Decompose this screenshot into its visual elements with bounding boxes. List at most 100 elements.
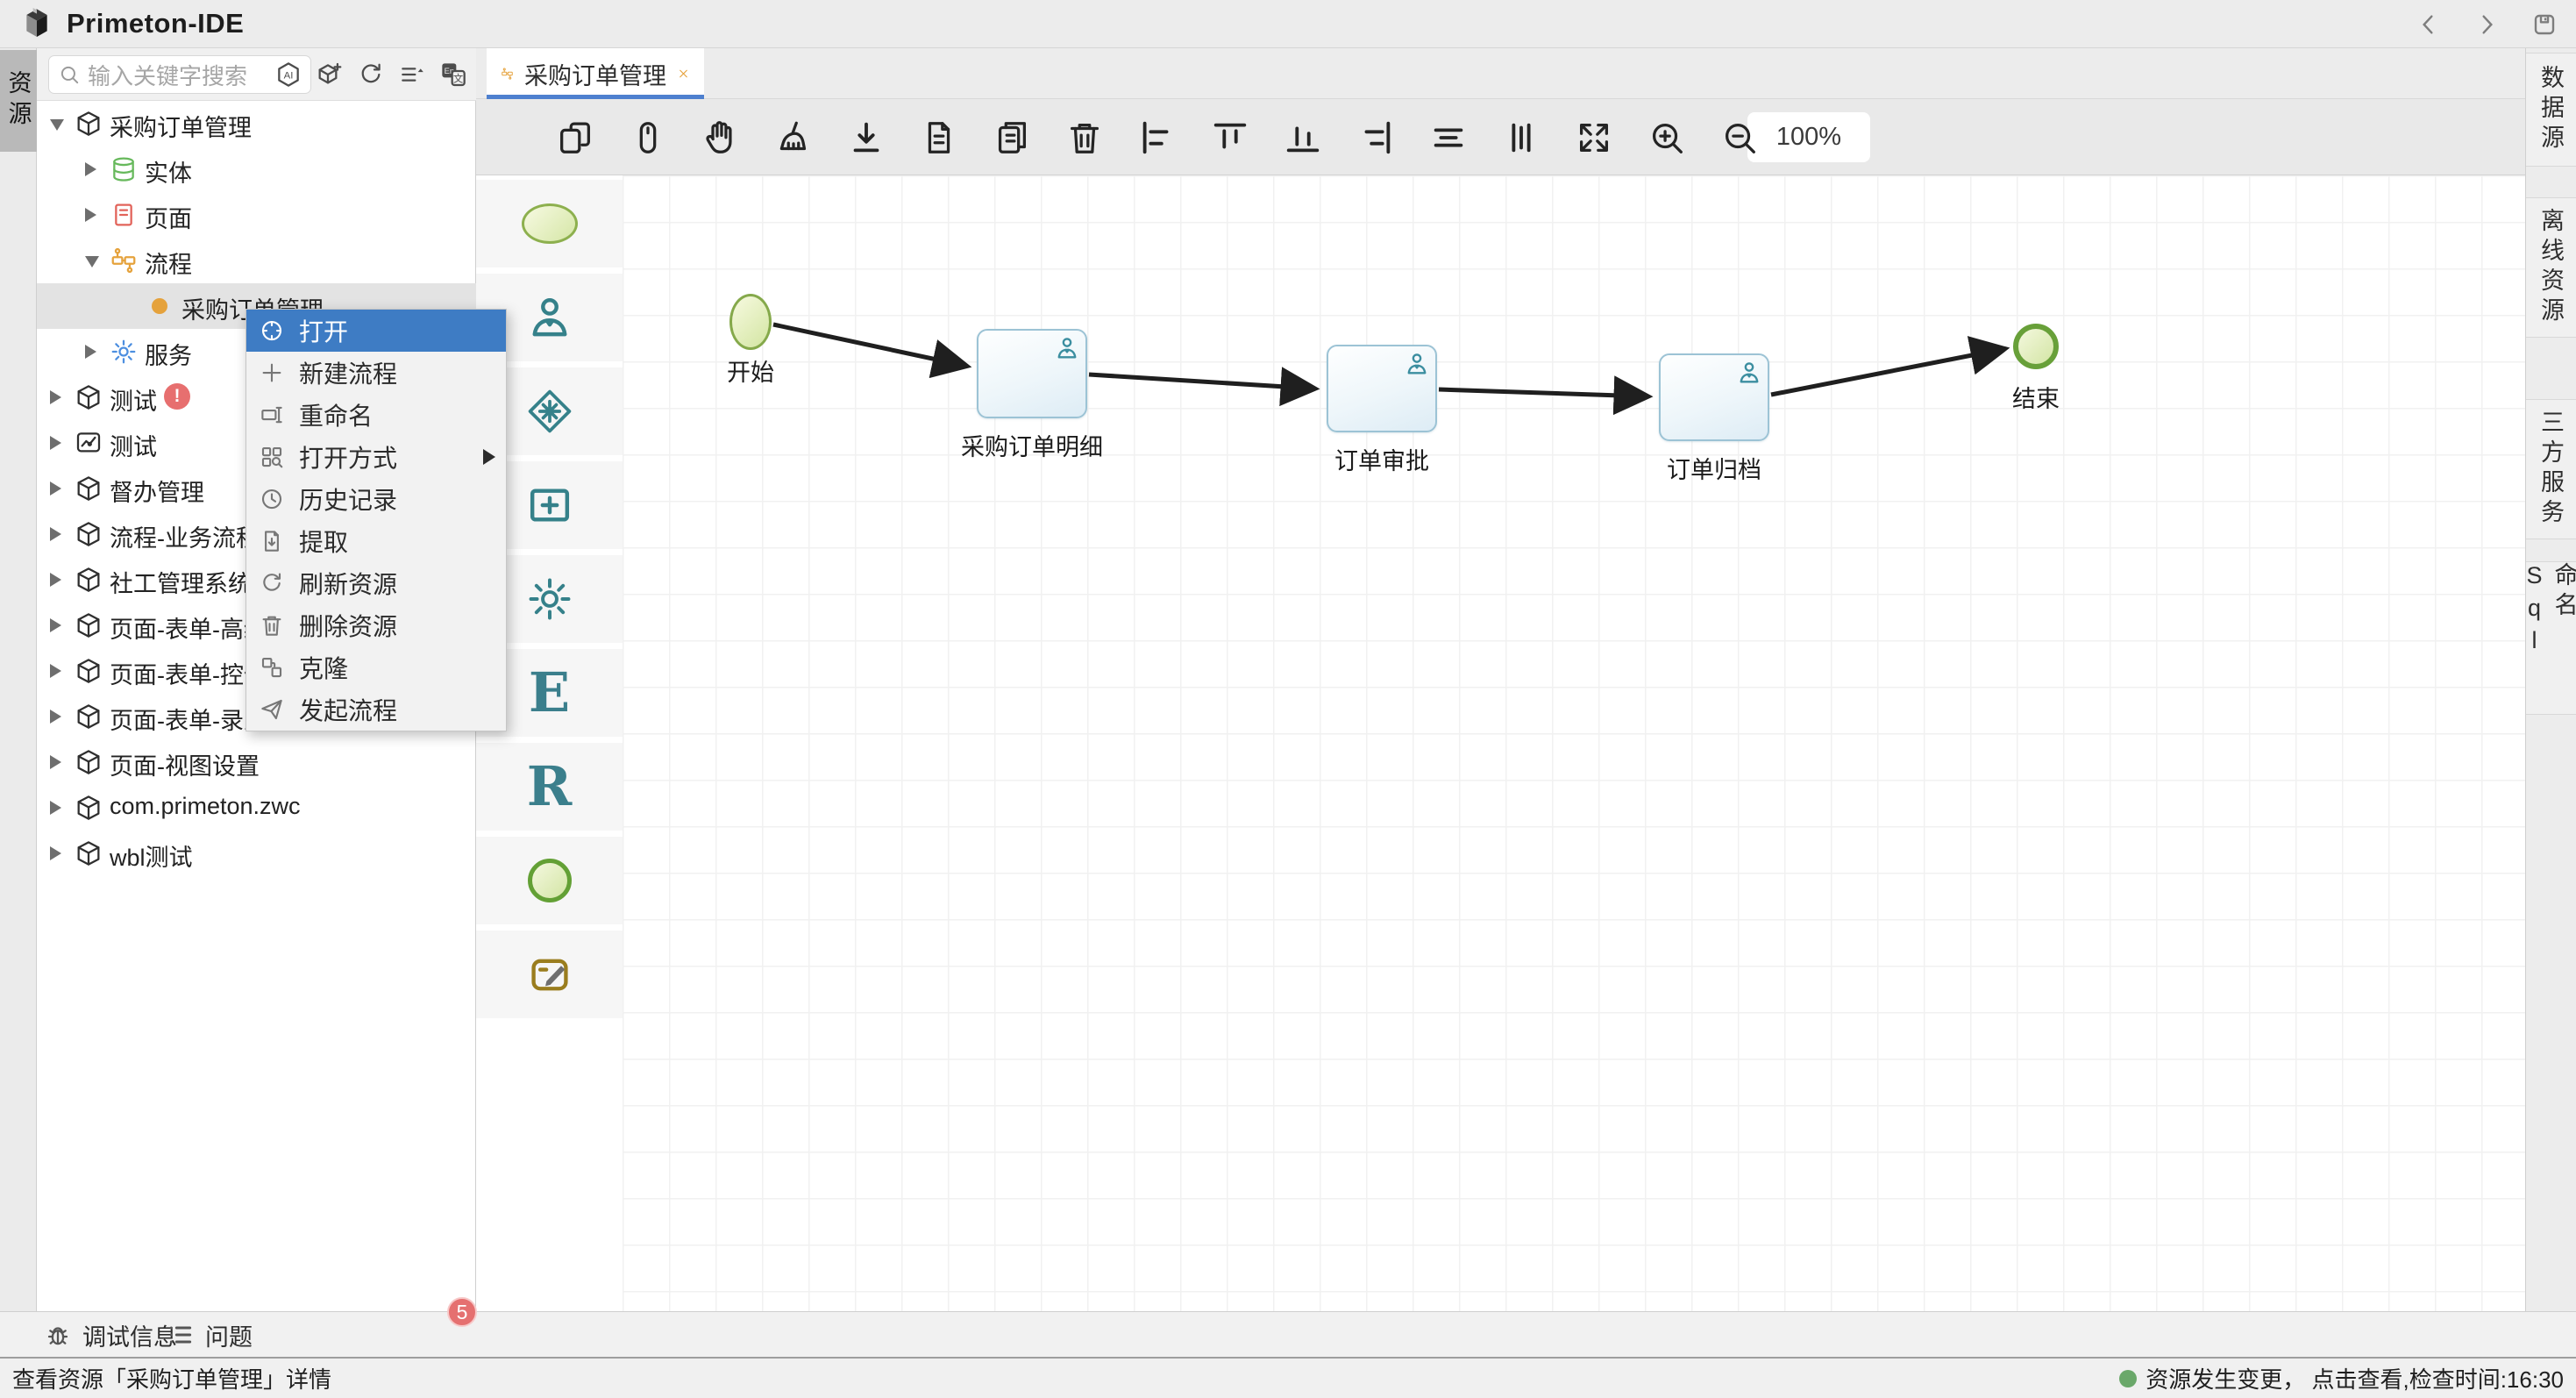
- menu-item-重命名[interactable]: 重命名: [246, 394, 506, 436]
- rail-tab-三方服务[interactable]: 三方服务: [2526, 399, 2576, 539]
- zoom-in-icon[interactable]: [1647, 118, 1687, 158]
- hand-icon[interactable]: [701, 118, 741, 158]
- zoom-level[interactable]: 100%: [1747, 112, 1870, 162]
- align-bottom-icon[interactable]: [1283, 118, 1323, 158]
- menu-item-label: 提取: [299, 524, 348, 559]
- node-订单归档[interactable]: [1659, 353, 1769, 441]
- flow-icon: [110, 246, 138, 275]
- resource-change-status[interactable]: 资源发生变更， 点击查看,检查时间:16:30: [2119, 1362, 2564, 1394]
- expanded-arrow-icon[interactable]: [85, 256, 99, 267]
- save-icon[interactable]: [2530, 11, 2558, 39]
- collapsed-arrow-icon[interactable]: [50, 664, 61, 678]
- palette-end-event[interactable]: [476, 837, 623, 924]
- collapsed-arrow-icon[interactable]: [50, 527, 61, 541]
- tab-close-icon[interactable]: [677, 61, 690, 87]
- collapsed-arrow-icon[interactable]: [50, 618, 61, 632]
- tree-item-label: 社工管理系统: [110, 565, 252, 599]
- ai-icon[interactable]: AI: [274, 61, 302, 89]
- collapsed-arrow-icon[interactable]: [50, 436, 61, 450]
- collapsed-arrow-icon[interactable]: [50, 846, 61, 860]
- bottom-tab-问题[interactable]: 问题5: [167, 1312, 253, 1358]
- bottom-panel: 调试信息问题5: [0, 1311, 2576, 1357]
- flow-icon: [501, 61, 514, 87]
- palette-start-event[interactable]: [476, 180, 623, 267]
- menu-item-历史记录[interactable]: 历史记录: [246, 478, 506, 520]
- collapsed-arrow-icon[interactable]: [50, 481, 61, 496]
- tree-item-实体[interactable]: 实体: [37, 146, 476, 192]
- refresh-icon[interactable]: [357, 61, 385, 89]
- send-icon: [259, 696, 285, 723]
- tab-purchase-order[interactable]: 采购订单管理: [487, 48, 704, 99]
- rail-tab-resources[interactable]: 资源: [0, 50, 37, 152]
- list-icon: [167, 1321, 195, 1349]
- collapsed-arrow-icon[interactable]: [50, 573, 61, 587]
- gear-icon: [525, 574, 574, 624]
- nav-forward-icon[interactable]: [2473, 11, 2501, 39]
- node-开始[interactable]: [729, 294, 772, 350]
- list-caret-icon[interactable]: [398, 61, 426, 89]
- collapsed-arrow-icon[interactable]: [50, 755, 61, 769]
- subprocess-icon: [525, 481, 574, 530]
- tree-item-采购订单管理[interactable]: 采购订单管理: [37, 101, 476, 146]
- search-input[interactable]: 输入关键字搜索: [48, 55, 311, 94]
- menu-item-打开[interactable]: 打开: [246, 310, 506, 352]
- node-订单审批[interactable]: [1327, 345, 1437, 432]
- package-icon: [75, 657, 103, 685]
- tree-item-wbl测试[interactable]: wbl测试: [37, 831, 476, 876]
- tree-item-label: 服务: [145, 337, 192, 371]
- document-icon[interactable]: [919, 118, 959, 158]
- menu-item-打开方式[interactable]: 打开方式: [246, 436, 506, 478]
- menu-item-发起流程[interactable]: 发起流程: [246, 688, 506, 731]
- tree-item-页面[interactable]: 页面: [37, 192, 476, 238]
- flow-canvas[interactable]: ER 开始采购订单明细订单审批订单归档结束: [476, 175, 2525, 1311]
- nav-back-icon[interactable]: [2415, 11, 2443, 39]
- menu-item-克隆[interactable]: 克隆: [246, 646, 506, 688]
- broom-icon[interactable]: [773, 118, 814, 158]
- app-window: Primeton-IDE 资源 输入关键字搜索 AIEn文 采购订单管理实体页面…: [0, 0, 2576, 1398]
- collapsed-arrow-icon[interactable]: [50, 710, 61, 724]
- rail-tab-命名Sql[interactable]: 命名Sql: [2526, 561, 2576, 715]
- box-plus-icon[interactable]: [316, 61, 344, 89]
- mouse-icon[interactable]: [628, 118, 668, 158]
- tree-item-com.primeton.zwc[interactable]: com.primeton.zwc: [37, 785, 476, 831]
- trash-icon[interactable]: [1064, 118, 1105, 158]
- zoom-out-icon[interactable]: [1719, 118, 1760, 158]
- menu-item-刷新资源[interactable]: 刷新资源: [246, 562, 506, 604]
- tree-item-label: 测试: [110, 382, 157, 417]
- palette-annotation-edit[interactable]: [476, 931, 623, 1018]
- bottom-tab-调试信息[interactable]: 调试信息: [44, 1312, 177, 1358]
- distribute-horizontal-icon[interactable]: [1428, 118, 1469, 158]
- tree-item-流程[interactable]: 流程: [37, 238, 476, 283]
- translate-icon[interactable]: En文: [439, 61, 467, 89]
- align-left-icon[interactable]: [1137, 118, 1178, 158]
- collapsed-arrow-icon[interactable]: [85, 345, 96, 359]
- collapsed-arrow-icon[interactable]: [85, 208, 96, 222]
- collapsed-arrow-icon[interactable]: [50, 390, 61, 404]
- node-采购订单明细[interactable]: [977, 329, 1087, 418]
- distribute-vertical-icon[interactable]: [1501, 118, 1541, 158]
- palette-rule-r[interactable]: R: [476, 743, 623, 831]
- documents-icon[interactable]: [992, 118, 1032, 158]
- align-top-icon[interactable]: [1210, 118, 1250, 158]
- tree-item-页面-视图设置[interactable]: 页面-视图设置: [37, 739, 476, 785]
- menu-item-新建流程[interactable]: 新建流程: [246, 352, 506, 394]
- bottom-tab-label: 调试信息: [82, 1318, 177, 1352]
- download-icon[interactable]: [846, 118, 886, 158]
- collapsed-arrow-icon[interactable]: [50, 801, 61, 815]
- collapsed-arrow-icon[interactable]: [85, 162, 96, 176]
- annotation-edit-icon: [527, 952, 573, 997]
- node-label: 订单审批: [1268, 442, 1496, 476]
- rail-tab-数据源[interactable]: 数据源: [2526, 53, 2576, 167]
- menu-item-label: 刷新资源: [299, 566, 397, 601]
- align-right-icon[interactable]: [1356, 118, 1396, 158]
- rail-tab-离线资源[interactable]: 离线资源: [2526, 197, 2576, 338]
- expanded-arrow-icon[interactable]: [50, 119, 64, 131]
- status-right-text: 资源发生变更， 点击查看,检查时间:16:30: [2145, 1362, 2564, 1394]
- app-logo-icon: [19, 6, 54, 41]
- node-结束[interactable]: [2013, 324, 2059, 369]
- menu-item-提取[interactable]: 提取: [246, 520, 506, 562]
- menu-item-删除资源[interactable]: 删除资源: [246, 604, 506, 646]
- fit-screen-icon[interactable]: [1574, 118, 1614, 158]
- gateway-icon: [525, 387, 574, 436]
- duplicate-icon[interactable]: [555, 118, 595, 158]
